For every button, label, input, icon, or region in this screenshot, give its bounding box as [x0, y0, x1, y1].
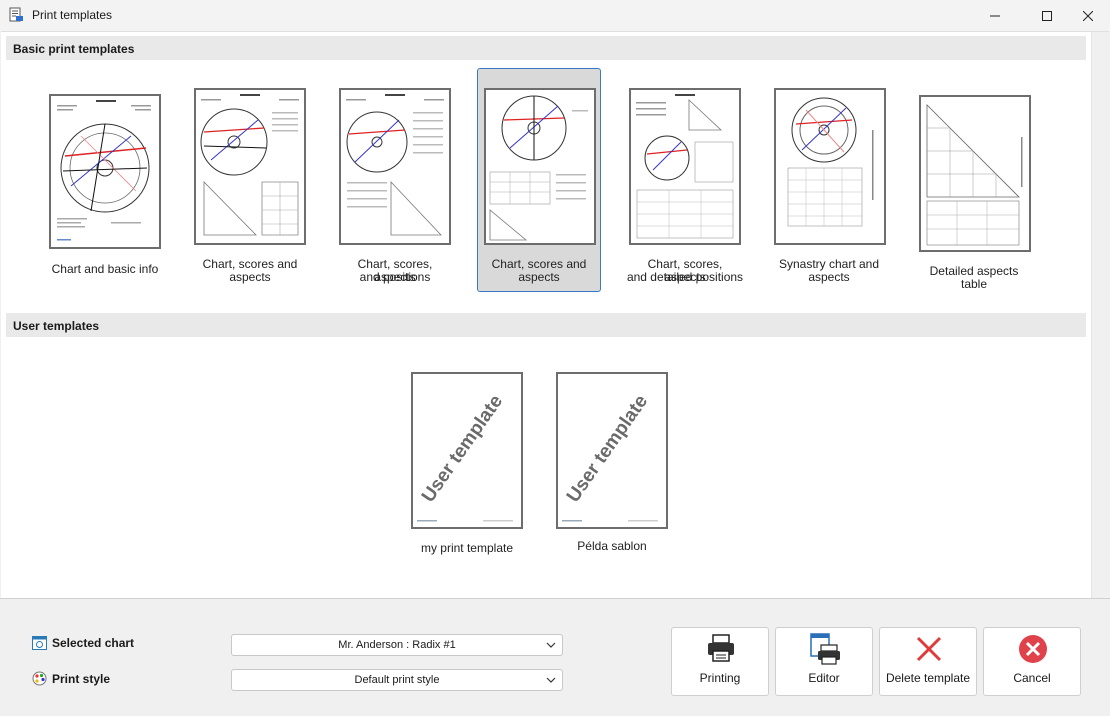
template-tile-chart-scores-aspects[interactable]: Chart, scores and aspects [188, 68, 312, 292]
chevron-down-icon [546, 677, 556, 683]
template-label: my print template [420, 541, 514, 555]
template-thumbnail [919, 95, 1031, 252]
chart-preview-icon [489, 95, 588, 241]
print-templates-app-icon [9, 7, 23, 22]
window-title: Print templates [32, 8, 113, 22]
printer-icon [708, 634, 734, 662]
print-style-dropdown[interactable]: Default print style [231, 669, 563, 691]
printing-button[interactable]: Printing [671, 627, 769, 696]
editor-icon [810, 633, 840, 665]
user-template-tile-pelda-sablon[interactable]: User template Példa sablon [550, 354, 674, 578]
template-tile-chart-scores-aspects-selected[interactable]: Chart, scores and aspects [477, 68, 601, 292]
editor-button[interactable]: Editor [775, 627, 873, 696]
title-bar: Print templates [0, 0, 1110, 31]
user-template-tile-my-print-template[interactable]: User template my print template [405, 354, 529, 578]
template-tile-detailed-aspects-table[interactable]: Detailed aspects table [912, 68, 1036, 292]
template-thumbnail: User template [411, 372, 523, 529]
template-label-line2: aspects [518, 270, 560, 284]
selected-chart-label: Selected chart [32, 636, 134, 650]
printing-button-label: Printing [699, 671, 741, 685]
user-templates-header: User templates [6, 313, 1086, 337]
template-thumbnail [339, 88, 451, 245]
close-icon [1083, 10, 1093, 21]
template-label-line2: aspects [229, 270, 271, 284]
template-thumbnail [49, 94, 161, 249]
chart-preview-icon [636, 94, 734, 239]
template-thumbnail [484, 88, 596, 245]
palette-icon [32, 671, 47, 686]
maximize-button[interactable] [1024, 0, 1070, 31]
selected-chart-value: Mr. Anderson : Radix #1 [338, 639, 456, 651]
chart-preview-icon [346, 94, 444, 236]
editor-button-label: Editor [808, 671, 840, 685]
bottom-panel: Selected chart Mr. Anderson : Radix #1 P… [0, 598, 1110, 716]
minimize-button[interactable] [972, 0, 1018, 31]
selected-chart-dropdown[interactable]: Mr. Anderson : Radix #1 [231, 634, 563, 656]
chart-window-icon [32, 636, 47, 650]
template-tile-chart-basic-info[interactable]: Chart and basic info [43, 68, 167, 292]
minimize-icon [990, 15, 1000, 16]
template-label: Példa sablon [577, 539, 647, 553]
selected-chart-text: Selected chart [52, 636, 135, 650]
aspects-table-preview-icon [926, 104, 1023, 246]
template-thumbnail [194, 88, 306, 245]
maximize-icon [1042, 10, 1052, 21]
print-style-value: Default print style [354, 674, 440, 686]
cancel-button-label: Cancel [1013, 671, 1051, 685]
user-template-watermark: User template [563, 391, 652, 506]
templates-panel: Basic print templates Chart and basic in… [1, 31, 1109, 599]
delete-template-button-label: Delete template [885, 671, 971, 685]
template-tile-synastry-chart-aspects[interactable]: Synastry chart and aspects [767, 68, 891, 292]
chart-preview-icon [200, 94, 299, 236]
delete-x-icon [916, 636, 942, 662]
chart-preview-icon [57, 100, 151, 241]
print-style-text: Print style [52, 671, 111, 686]
template-thumbnail: User template [556, 372, 668, 529]
basic-templates-header: Basic print templates [6, 36, 1086, 60]
chevron-down-icon [546, 642, 556, 648]
user-template-preview-icon: User template [562, 391, 658, 522]
print-style-label: Print style [32, 671, 110, 686]
template-label-line2: aspects [808, 270, 850, 284]
chart-preview-icon [787, 97, 874, 227]
template-tile-chart-scores-aspects-positions[interactable]: Chart, scores, aspects and positions [333, 68, 457, 292]
template-thumbnail [629, 88, 741, 245]
template-label: Detailed aspects table [929, 264, 1019, 291]
delete-template-button[interactable]: Delete template [879, 627, 977, 696]
template-tile-chart-scores-aspects-detailed-positions[interactable]: Chart, scores, aspects and detailed posi… [623, 68, 747, 292]
template-label-line2: and detailed positions [626, 270, 744, 284]
cancel-button[interactable]: Cancel [983, 627, 1081, 696]
user-template-preview-icon: User template [417, 391, 513, 522]
template-label: Chart and basic info [51, 262, 159, 276]
vertical-scrollbar[interactable] [1091, 32, 1109, 599]
user-template-watermark: User template [418, 391, 507, 506]
template-label-line2: and positions [359, 270, 431, 284]
cancel-icon [1019, 635, 1047, 663]
template-thumbnail [774, 88, 886, 245]
close-window-button[interactable] [1065, 0, 1110, 31]
